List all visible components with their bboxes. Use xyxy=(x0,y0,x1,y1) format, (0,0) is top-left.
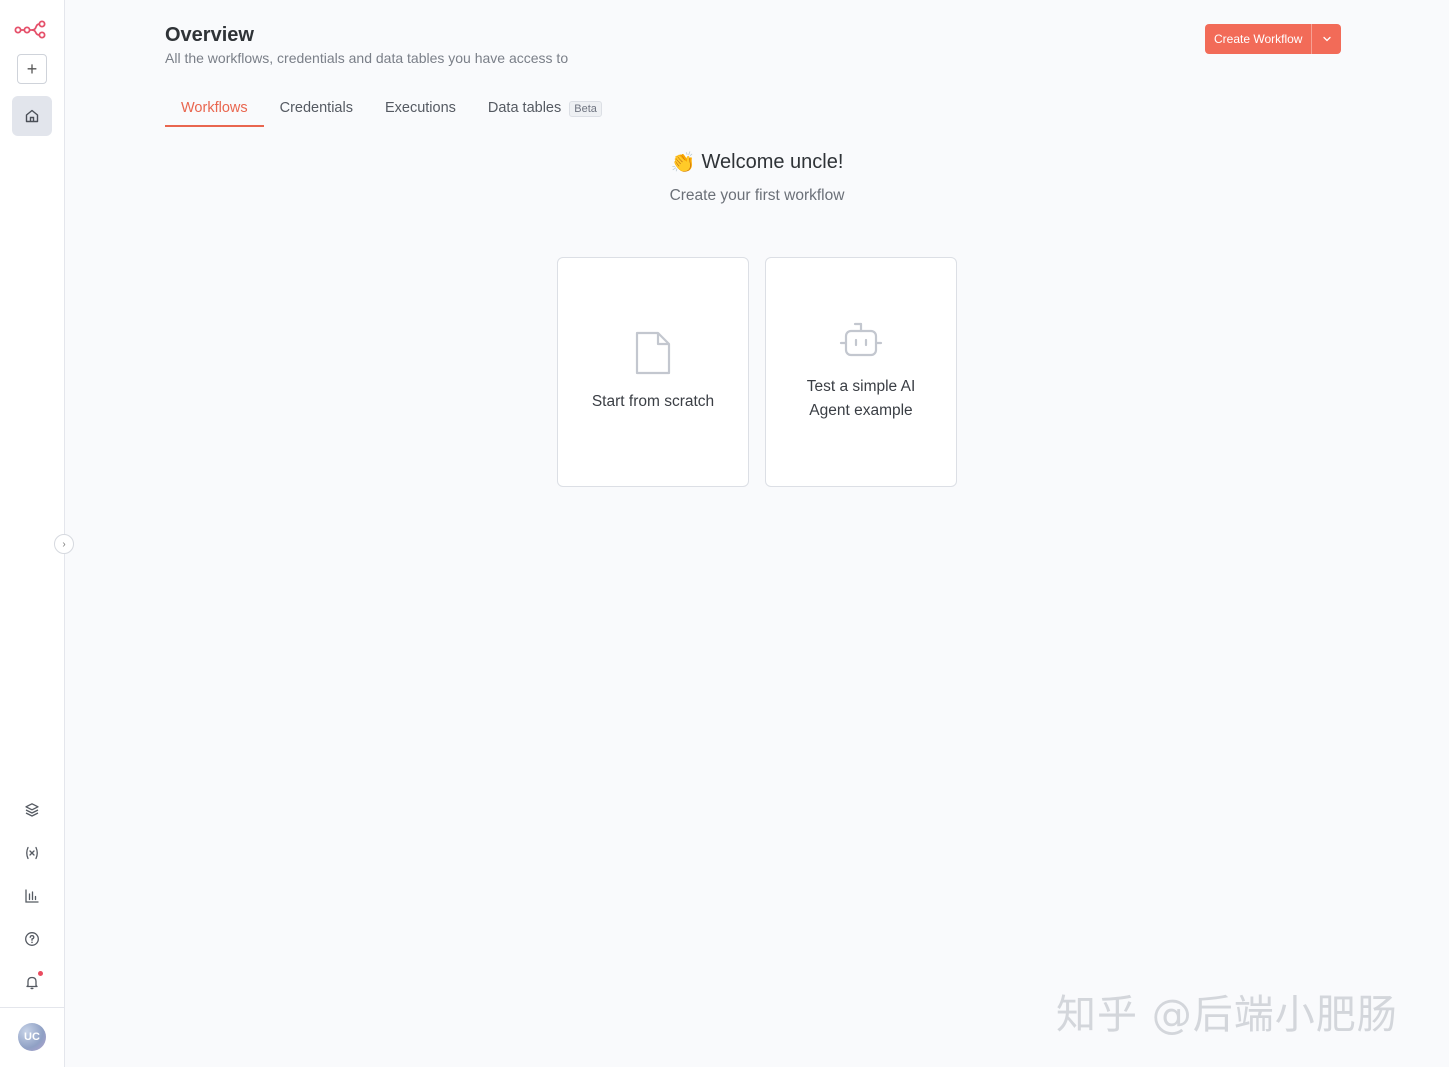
tab-executions[interactable]: Executions xyxy=(369,94,472,127)
page-title: Overview xyxy=(165,24,254,46)
card-label: Test a simple AI Agent example xyxy=(807,375,916,423)
bell-icon xyxy=(26,976,38,990)
tab-workflows[interactable]: Workflows xyxy=(165,94,264,127)
welcome-title: 👏 Welcome uncle! xyxy=(557,150,957,175)
sidebar-collapse-button[interactable]: › xyxy=(54,534,74,554)
sidebar: + › UC xyxy=(0,0,74,1067)
app-root: + › UC Overview All the workflows, crede… xyxy=(0,0,1449,1067)
n8n-logo-icon[interactable] xyxy=(14,18,48,40)
sidebar-item-insights[interactable] xyxy=(20,884,44,908)
robot-icon xyxy=(839,322,883,357)
sidebar-item-variables[interactable] xyxy=(20,841,44,865)
create-workflow-group: Create Workflow xyxy=(1205,24,1342,54)
templates-icon xyxy=(25,803,39,817)
chevron-right-icon: › xyxy=(62,538,66,550)
card-label: Start from scratch xyxy=(591,393,715,410)
sidebar-item-help[interactable] xyxy=(20,927,44,951)
create-workflow-dropdown-button[interactable] xyxy=(1311,24,1342,54)
tab-data-tables[interactable]: Data tables Beta xyxy=(472,94,618,127)
start-from-scratch-card[interactable]: Start from scratch xyxy=(557,257,749,487)
welcome-subtitle: Create your first workflow xyxy=(669,187,845,204)
card-label-line: Agent example xyxy=(809,402,913,419)
sidebar-item-templates[interactable] xyxy=(20,798,44,822)
watermark: 知乎 @后端小肥肠 xyxy=(1056,992,1398,1038)
sidebar-item-home[interactable] xyxy=(12,96,52,136)
help-icon xyxy=(25,932,39,946)
chevron-down-icon xyxy=(1323,36,1331,42)
tab-label: Executions xyxy=(384,100,456,116)
clapping-hands-icon: 👏 xyxy=(670,152,696,174)
tab-credentials[interactable]: Credentials xyxy=(264,94,369,127)
avatar-initials: UC xyxy=(24,1031,40,1043)
sidebar-divider xyxy=(0,1007,64,1008)
avatar[interactable]: UC xyxy=(18,1023,46,1051)
create-workflow-button[interactable]: Create Workflow xyxy=(1205,24,1312,54)
notification-dot xyxy=(38,971,43,976)
tab-label: Credentials xyxy=(279,100,353,116)
plus-icon: + xyxy=(26,59,38,79)
sidebar-item-notifications[interactable] xyxy=(20,970,44,994)
welcome-heading: Welcome uncle! xyxy=(701,151,844,173)
file-icon xyxy=(635,331,671,375)
home-icon xyxy=(25,109,39,123)
page-subtitle: All the workflows, credentials and data … xyxy=(165,50,569,66)
tab-bar: Workflows Credentials Executions Data ta… xyxy=(165,94,618,127)
tab-label: Data tables xyxy=(487,100,562,116)
beta-badge: Beta xyxy=(569,101,602,117)
ai-agent-example-card[interactable]: Test a simple AI Agent example xyxy=(765,257,957,487)
insights-icon xyxy=(25,889,39,903)
add-button[interactable]: + xyxy=(17,54,47,84)
variables-icon xyxy=(26,846,38,860)
tab-label: Workflows xyxy=(181,100,248,116)
card-label-line: Test a simple AI xyxy=(806,378,916,395)
welcome-section: 👏 Welcome uncle! Create your first workf… xyxy=(557,150,957,205)
